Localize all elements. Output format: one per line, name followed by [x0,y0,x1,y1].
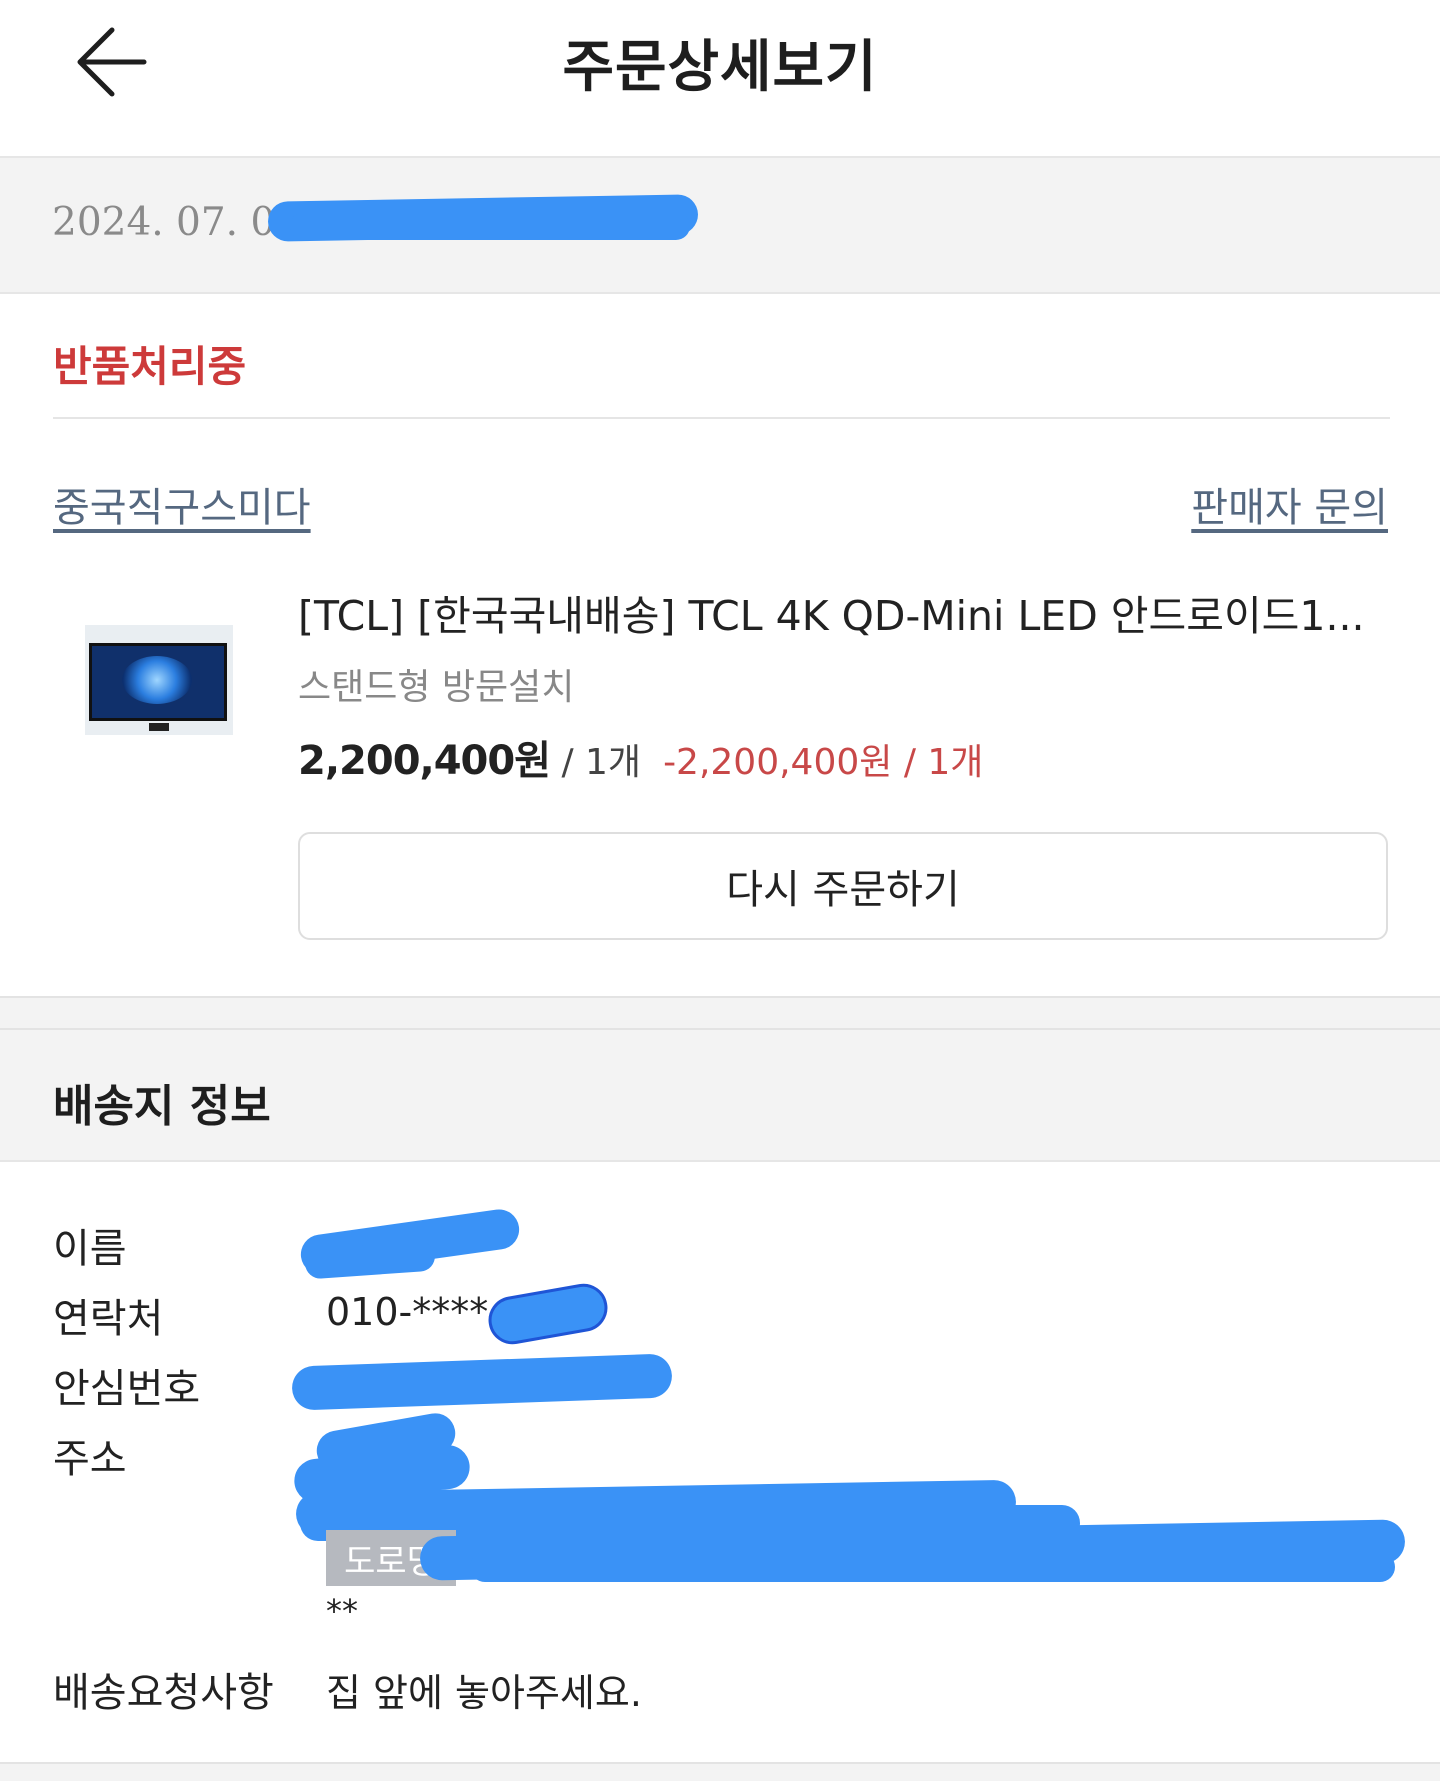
delivery-request-value: 집 앞에 놓아주세요. [326,1671,642,1715]
redaction-mark [291,1353,673,1411]
section-gap-bottom [0,1762,1440,1781]
tv-product-image[interactable] [85,625,233,735]
reorder-button[interactable]: 다시 주문하기 [298,832,1388,940]
product-option: 스탠드형 방문설치 [298,667,575,708]
order-date: 2024. 07. 09 [52,200,301,245]
page-title: 주문상세보기 [562,35,878,100]
shipping-section-title: 배송지 정보 [53,1081,271,1132]
order-status: 반품처리중 [53,342,247,391]
delivery-request-label: 배송요청사항 [53,1670,274,1716]
redaction-mark [470,1552,1395,1582]
phone-value: 010-**** [326,1290,489,1334]
product-qty: / 1개 [550,742,642,783]
refund-amount: -2,200,400원 / 1개 [663,742,984,783]
redaction-mark [290,212,690,240]
divider [53,417,1390,419]
phone-label: 연락처 [53,1296,164,1342]
price-row: 2,200,400원 / 1개 -2,200,400원 / 1개 [298,728,983,786]
product-name[interactable]: [TCL] [한국국내배송] TCL 4K QD-Mini LED 안드로이드1… [298,582,1390,642]
seller-name-link[interactable]: 중국직구스미다 [53,475,311,533]
name-label: 이름 [53,1226,127,1272]
safe-number-label: 안심번호 [53,1366,201,1412]
product-price: 2,200,400원 [298,738,551,784]
address-tail: ** [326,1592,358,1630]
seller-inquiry-link[interactable]: 판매자 문의 [1191,475,1388,533]
redaction-mark [484,1279,612,1349]
section-gap [0,996,1440,1030]
address-label: 주소 [53,1436,127,1482]
